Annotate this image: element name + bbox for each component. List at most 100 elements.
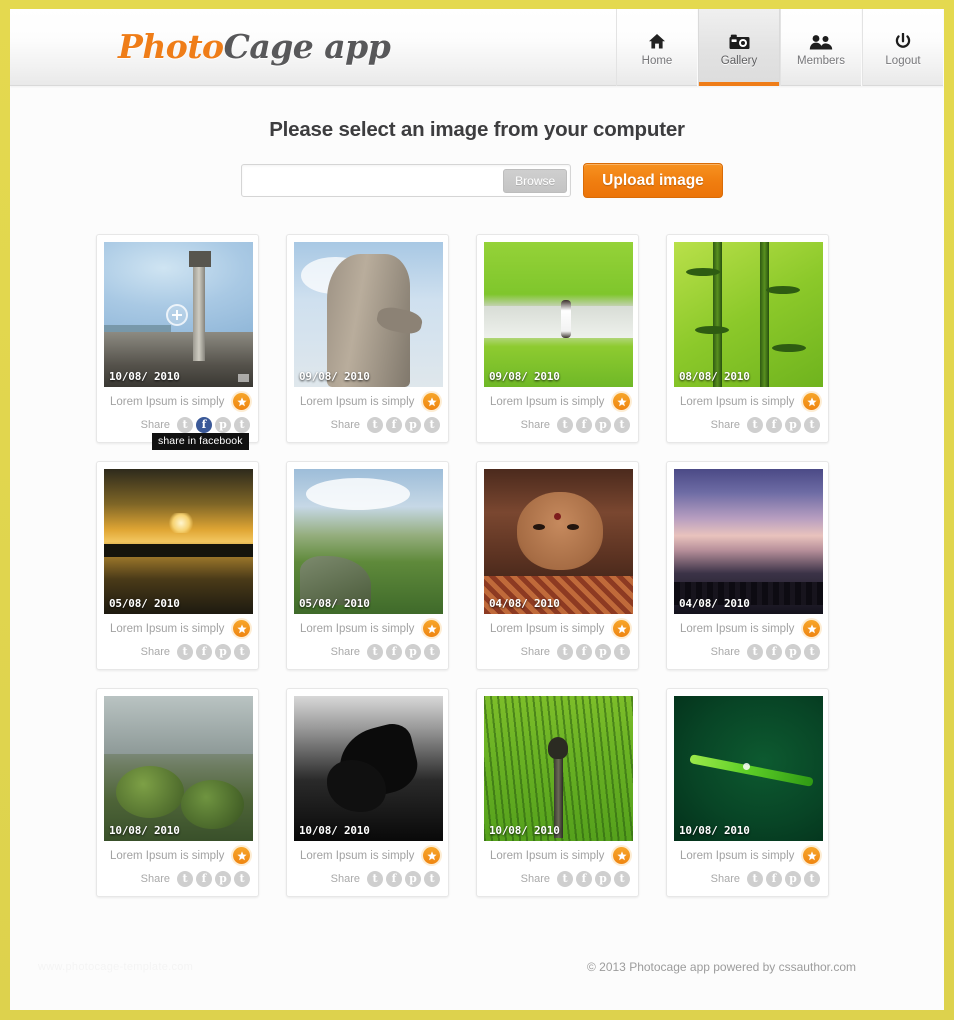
tumblr-share-icon[interactable]: t <box>804 644 820 660</box>
twitter-share-icon[interactable]: t <box>177 417 193 433</box>
logo-part-app: app <box>313 27 391 66</box>
photo-card[interactable]: 10/08/ 2010 Lorem Ipsum is simply Share t f p… <box>666 688 829 897</box>
facebook-share-icon[interactable]: f <box>196 871 212 887</box>
photo-card[interactable]: 04/08/ 2010 Lorem Ipsum is simply Share t f p… <box>666 461 829 670</box>
pinterest-share-icon[interactable]: p <box>405 417 421 433</box>
nav-item-logout[interactable]: Logout <box>862 9 944 86</box>
pinterest-share-icon[interactable]: p <box>405 871 421 887</box>
twitter-share-icon[interactable]: t <box>367 644 383 660</box>
photo-caption: Lorem Ipsum is simply <box>680 395 795 408</box>
twitter-share-icon[interactable]: t <box>367 871 383 887</box>
photo-thumbnail[interactable]: 09/08/ 2010 <box>484 242 633 387</box>
zoom-plus-icon[interactable] <box>166 304 188 326</box>
pinterest-share-icon[interactable]: p <box>215 644 231 660</box>
favorite-star-button[interactable] <box>423 393 440 410</box>
facebook-share-icon[interactable]: f <box>386 417 402 433</box>
photo-card[interactable]: 08/08/ 2010 Lorem Ipsum is simply Share t f p… <box>666 234 829 443</box>
favorite-star-button[interactable] <box>233 847 250 864</box>
twitter-share-icon[interactable]: t <box>177 644 193 660</box>
photo-thumbnail[interactable]: 04/08/ 2010 <box>484 469 633 614</box>
facebook-share-icon[interactable]: f <box>196 417 212 433</box>
twitter-share-icon[interactable]: t <box>177 871 193 887</box>
photo-thumbnail[interactable]: 10/08/ 2010 <box>294 696 443 841</box>
photo-card[interactable]: 09/08/ 2010 Lorem Ipsum is simply Share t f p… <box>476 234 639 443</box>
photo-card[interactable]: 10/08/ 2010 Lorem Ipsum is simply Share t f p… <box>96 688 259 897</box>
pinterest-share-icon[interactable]: p <box>215 417 231 433</box>
tumblr-share-icon[interactable]: t <box>614 644 630 660</box>
favorite-star-button[interactable] <box>423 847 440 864</box>
photo-card[interactable]: 09/08/ 2010 Lorem Ipsum is simply Share t f p… <box>286 234 449 443</box>
tumblr-share-icon[interactable]: t <box>234 644 250 660</box>
nav-item-members[interactable]: Members <box>780 9 862 86</box>
favorite-star-button[interactable] <box>613 847 630 864</box>
facebook-share-icon[interactable]: f <box>766 644 782 660</box>
site-logo[interactable]: PhotoCage app <box>118 27 391 66</box>
twitter-share-icon[interactable]: t <box>557 417 573 433</box>
browse-button[interactable]: Browse <box>503 169 568 193</box>
tumblr-share-icon[interactable]: t <box>424 417 440 433</box>
photo-caption-row: Lorem Ipsum is simply <box>484 841 631 869</box>
tumblr-share-icon[interactable]: t <box>804 871 820 887</box>
facebook-share-icon[interactable]: f <box>766 871 782 887</box>
twitter-share-icon[interactable]: t <box>557 871 573 887</box>
facebook-share-icon[interactable]: f <box>196 644 212 660</box>
tumblr-share-icon[interactable]: t <box>234 417 250 433</box>
photo-thumbnail[interactable]: 10/08/ 2010 <box>674 696 823 841</box>
photo-thumbnail[interactable]: 10/08/ 2010 <box>104 696 253 841</box>
photo-card[interactable]: 05/08/ 2010 Lorem Ipsum is simply Share t f p… <box>96 461 259 670</box>
facebook-share-icon[interactable]: f <box>576 417 592 433</box>
facebook-share-icon[interactable]: f <box>386 644 402 660</box>
upload-image-button[interactable]: Upload image <box>583 163 723 198</box>
photo-gallery: 10/08/ 2010 Lorem Ipsum is simply Share t f p… <box>96 234 858 897</box>
pinterest-share-icon[interactable]: p <box>595 871 611 887</box>
nav-item-gallery[interactable]: Gallery <box>698 9 780 86</box>
pinterest-share-icon[interactable]: p <box>785 644 801 660</box>
pinterest-share-icon[interactable]: p <box>785 417 801 433</box>
nav-item-home[interactable]: Home <box>616 9 698 86</box>
pinterest-share-icon[interactable]: p <box>405 644 421 660</box>
pinterest-share-icon[interactable]: p <box>595 644 611 660</box>
photo-card[interactable]: 10/08/ 2010 Lorem Ipsum is simply Share t f p… <box>96 234 259 450</box>
photo-thumbnail[interactable]: 05/08/ 2010 <box>294 469 443 614</box>
photo-thumbnail[interactable]: 10/08/ 2010 <box>484 696 633 841</box>
pinterest-share-icon[interactable]: p <box>215 871 231 887</box>
tumblr-share-icon[interactable]: t <box>424 871 440 887</box>
twitter-share-icon[interactable]: t <box>367 417 383 433</box>
tumblr-share-icon[interactable]: t <box>614 871 630 887</box>
twitter-share-icon[interactable]: t <box>747 871 763 887</box>
photo-thumbnail[interactable]: 09/08/ 2010 <box>294 242 443 387</box>
favorite-star-button[interactable] <box>613 620 630 637</box>
photo-card[interactable]: 10/08/ 2010 Lorem Ipsum is simply Share t f p… <box>286 688 449 897</box>
photo-thumbnail[interactable]: 04/08/ 2010 <box>674 469 823 614</box>
photo-thumbnail[interactable]: 10/08/ 2010 <box>104 242 253 387</box>
facebook-share-icon[interactable]: f <box>386 871 402 887</box>
share-label: Share <box>330 873 360 885</box>
photo-thumbnail[interactable]: 08/08/ 2010 <box>674 242 823 387</box>
tumblr-share-icon[interactable]: t <box>804 417 820 433</box>
facebook-share-icon[interactable]: f <box>766 417 782 433</box>
favorite-star-button[interactable] <box>233 393 250 410</box>
tumblr-share-icon[interactable]: t <box>234 871 250 887</box>
favorite-star-button[interactable] <box>803 393 820 410</box>
photo-caption-row: Lorem Ipsum is simply <box>484 614 631 642</box>
pinterest-share-icon[interactable]: p <box>595 417 611 433</box>
favorite-star-button[interactable] <box>233 620 250 637</box>
photo-card[interactable]: 10/08/ 2010 Lorem Ipsum is simply Share t f p… <box>476 688 639 897</box>
photo-card[interactable]: 05/08/ 2010 Lorem Ipsum is simply Share t f p… <box>286 461 449 670</box>
photo-thumbnail[interactable]: 05/08/ 2010 <box>104 469 253 614</box>
favorite-star-button[interactable] <box>803 847 820 864</box>
pinterest-share-icon[interactable]: p <box>785 871 801 887</box>
twitter-share-icon[interactable]: t <box>747 644 763 660</box>
favorite-star-button[interactable] <box>803 620 820 637</box>
favorite-star-button[interactable] <box>423 620 440 637</box>
favorite-star-button[interactable] <box>613 393 630 410</box>
twitter-share-icon[interactable]: t <box>747 417 763 433</box>
photo-caption-row: Lorem Ipsum is simply <box>294 841 441 869</box>
tumblr-share-icon[interactable]: t <box>424 644 440 660</box>
photo-caption: Lorem Ipsum is simply <box>490 622 605 635</box>
twitter-share-icon[interactable]: t <box>557 644 573 660</box>
facebook-share-icon[interactable]: f <box>576 871 592 887</box>
photo-card[interactable]: 04/08/ 2010 Lorem Ipsum is simply Share t f p… <box>476 461 639 670</box>
tumblr-share-icon[interactable]: t <box>614 417 630 433</box>
facebook-share-icon[interactable]: f <box>576 644 592 660</box>
